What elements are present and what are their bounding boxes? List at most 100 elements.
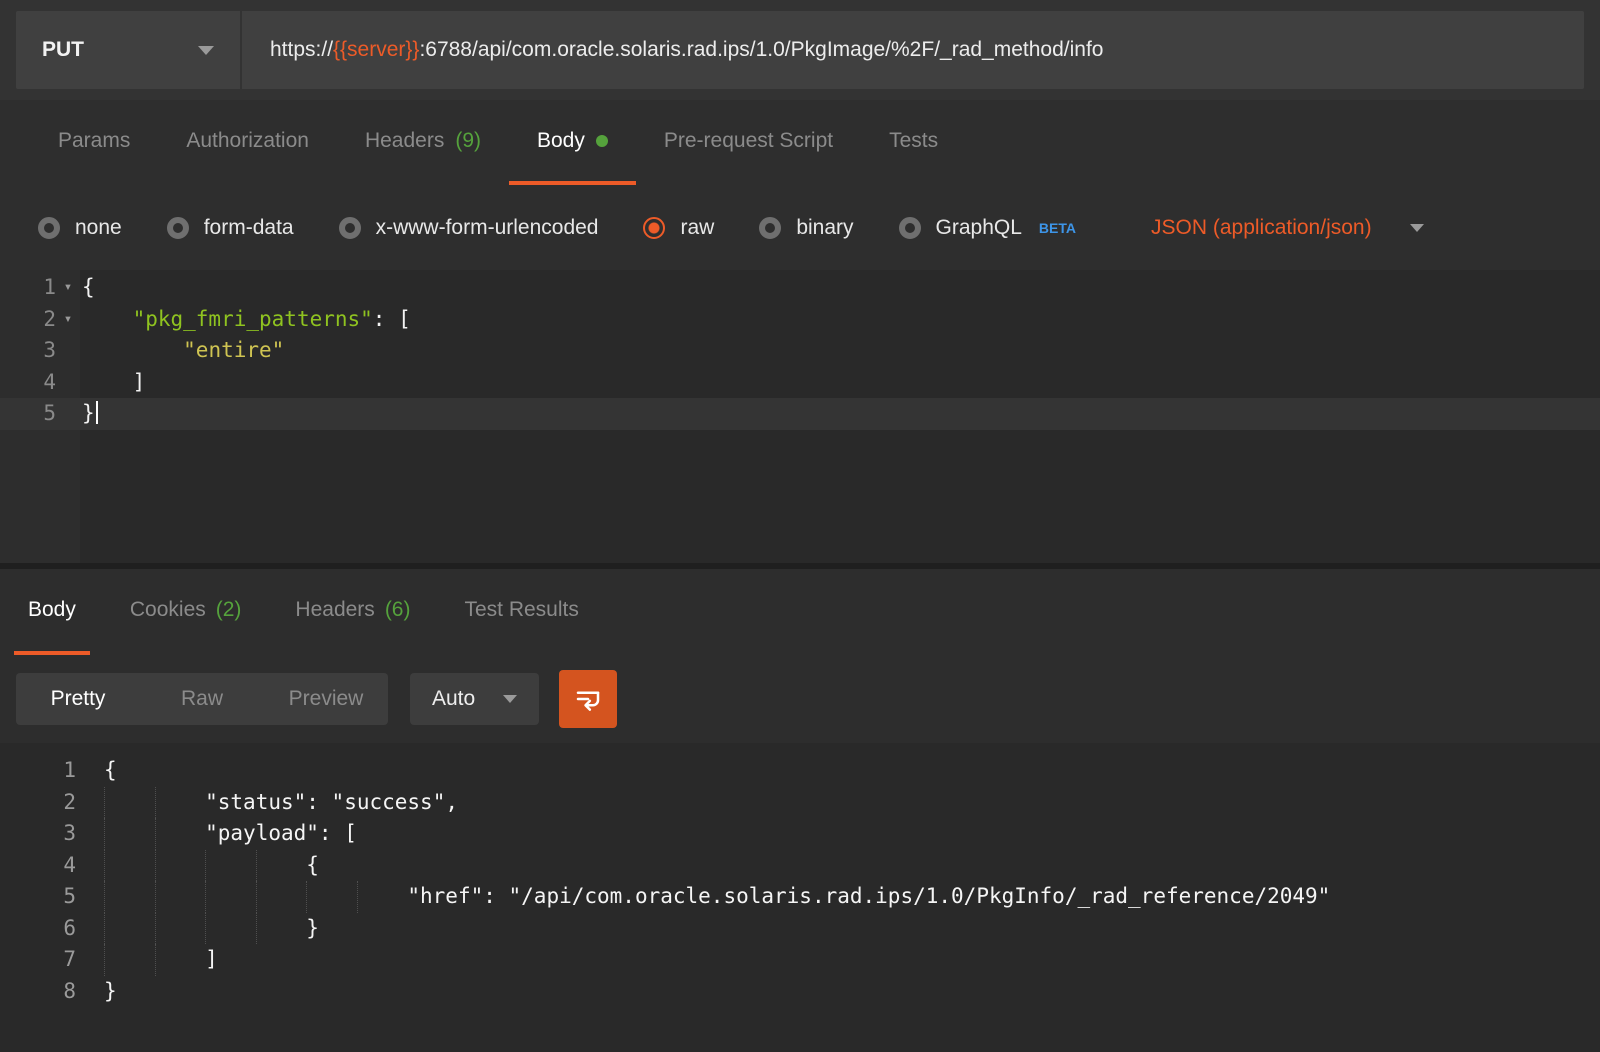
- wrap-text-button[interactable]: [559, 670, 617, 728]
- fold-toggle-icon[interactable]: ▾: [56, 272, 80, 304]
- indent-guide: [155, 913, 206, 945]
- tab-params[interactable]: Params: [30, 100, 158, 185]
- indent-guide: [306, 881, 357, 913]
- code-text: "payload": [: [205, 818, 357, 850]
- tab-label: Body: [537, 129, 585, 153]
- response-editor[interactable]: 1{2"status": "success",3"payload": [4{5"…: [0, 743, 1600, 1052]
- response-tab-test-results[interactable]: Test Results: [450, 569, 592, 655]
- url-suffix: :6788/api/com.oracle.solaris.rad.ips/1.0…: [419, 38, 1103, 62]
- tab-label: Tests: [889, 129, 938, 153]
- line-number: 6: [0, 913, 76, 945]
- line-number: 5: [0, 398, 56, 430]
- tab-label: Pre-request Script: [664, 129, 833, 153]
- radio-icon: [899, 217, 921, 239]
- mode-label: raw: [680, 216, 714, 240]
- indent-guide: [104, 913, 155, 945]
- response-tab-body[interactable]: Body: [14, 569, 90, 655]
- indent-guide: [155, 818, 206, 850]
- response-tab-cookies[interactable]: Cookies (2): [116, 569, 256, 655]
- code-text: {: [306, 850, 319, 882]
- chevron-down-icon: [1410, 224, 1424, 232]
- indent-guide: [104, 881, 155, 913]
- indent-guide: [155, 787, 206, 819]
- response-section: Body Cookies (2) Headers (6) Test Result…: [0, 563, 1600, 1052]
- raw-button[interactable]: Raw: [140, 673, 264, 725]
- code-text: {: [80, 272, 95, 304]
- tab-body[interactable]: Body: [509, 100, 636, 185]
- response-line: 7]: [0, 944, 1600, 976]
- response-line: 4{: [0, 850, 1600, 882]
- response-tab-headers[interactable]: Headers (6): [281, 569, 424, 655]
- code-line[interactable]: 3 "entire": [0, 335, 1600, 367]
- line-number: 3: [0, 335, 56, 367]
- content-type-dropdown[interactable]: JSON (application/json): [1151, 216, 1424, 240]
- url-input[interactable]: https://{{server}}:6788/api/com.oracle.s…: [242, 11, 1584, 89]
- tab-label: Body: [28, 598, 76, 622]
- body-edited-dot: [596, 135, 608, 147]
- url-variable: {{server}}: [333, 38, 419, 62]
- line-number: 1: [0, 272, 56, 304]
- code-text: }: [104, 976, 117, 1008]
- indent-guide: [256, 913, 307, 945]
- pretty-button[interactable]: Pretty: [16, 673, 140, 725]
- indent-guide: [104, 787, 155, 819]
- tab-authorization[interactable]: Authorization: [158, 100, 337, 185]
- cookies-count: (2): [216, 598, 242, 622]
- request-url-bar: PUT https://{{server}}:6788/api/com.orac…: [0, 0, 1600, 100]
- body-mode-graphql[interactable]: GraphQL BETA: [899, 216, 1076, 240]
- method-dropdown[interactable]: PUT: [16, 11, 242, 89]
- response-line: 6}: [0, 913, 1600, 945]
- response-line: 8}: [0, 976, 1600, 1008]
- code-line[interactable]: 2▾ "pkg_fmri_patterns": [: [0, 304, 1600, 336]
- line-number: 2: [0, 787, 76, 819]
- request-editor[interactable]: 1▾{2▾ "pkg_fmri_patterns": [3 "entire"4 …: [0, 270, 1600, 563]
- indent-guide: [155, 850, 206, 882]
- body-mode-raw[interactable]: raw: [643, 216, 714, 240]
- indent-guide: [357, 881, 408, 913]
- tab-headers[interactable]: Headers (9): [337, 100, 509, 185]
- tab-pre-request-script[interactable]: Pre-request Script: [636, 100, 861, 185]
- code-line[interactable]: 5}: [0, 398, 1600, 430]
- fold-toggle-icon[interactable]: ▾: [56, 304, 80, 336]
- code-text: }: [80, 398, 98, 430]
- line-number: 4: [0, 367, 56, 399]
- fold-spacer: [56, 398, 80, 430]
- code-text: "status": "success",: [205, 787, 458, 819]
- postman-app: PUT https://{{server}}:6788/api/com.orac…: [0, 0, 1600, 1052]
- url-prefix: https://: [270, 38, 333, 62]
- mode-label: form-data: [204, 216, 294, 240]
- radio-icon: [38, 217, 60, 239]
- tab-label: Headers: [365, 129, 444, 153]
- body-mode-form-data[interactable]: form-data: [167, 216, 294, 240]
- radio-icon: [167, 217, 189, 239]
- body-mode-none[interactable]: none: [38, 216, 122, 240]
- indent-guide: [104, 850, 155, 882]
- preview-button[interactable]: Preview: [264, 673, 388, 725]
- fold-spacer: [56, 335, 80, 367]
- code-text: }: [306, 913, 319, 945]
- code-text: "href": "/api/com.oracle.solaris.rad.ips…: [407, 881, 1330, 913]
- mode-label: GraphQL: [936, 216, 1022, 240]
- body-mode-urlencoded[interactable]: x-www-form-urlencoded: [339, 216, 599, 240]
- tab-label: Cookies: [130, 598, 206, 622]
- indent-guide: [205, 881, 256, 913]
- text-cursor: [96, 401, 98, 424]
- wrap-text-icon: [573, 684, 603, 714]
- format-dropdown[interactable]: Auto: [410, 673, 539, 725]
- line-number: 1: [0, 755, 76, 787]
- mode-label: none: [75, 216, 122, 240]
- response-toolbar: Pretty Raw Preview Auto: [0, 655, 1600, 743]
- fold-spacer: [56, 367, 80, 399]
- code-line[interactable]: 1▾{: [0, 272, 1600, 304]
- tab-tests[interactable]: Tests: [861, 100, 966, 185]
- indent-guide: [256, 850, 307, 882]
- line-number: 4: [0, 850, 76, 882]
- tab-label: Headers: [295, 598, 374, 622]
- method-label: PUT: [42, 38, 84, 62]
- code-line[interactable]: 4 ]: [0, 367, 1600, 399]
- indent-guide: [155, 881, 206, 913]
- tab-label: Params: [58, 129, 130, 153]
- line-number: 2: [0, 304, 56, 336]
- indent-guide: [256, 881, 307, 913]
- body-mode-binary[interactable]: binary: [759, 216, 853, 240]
